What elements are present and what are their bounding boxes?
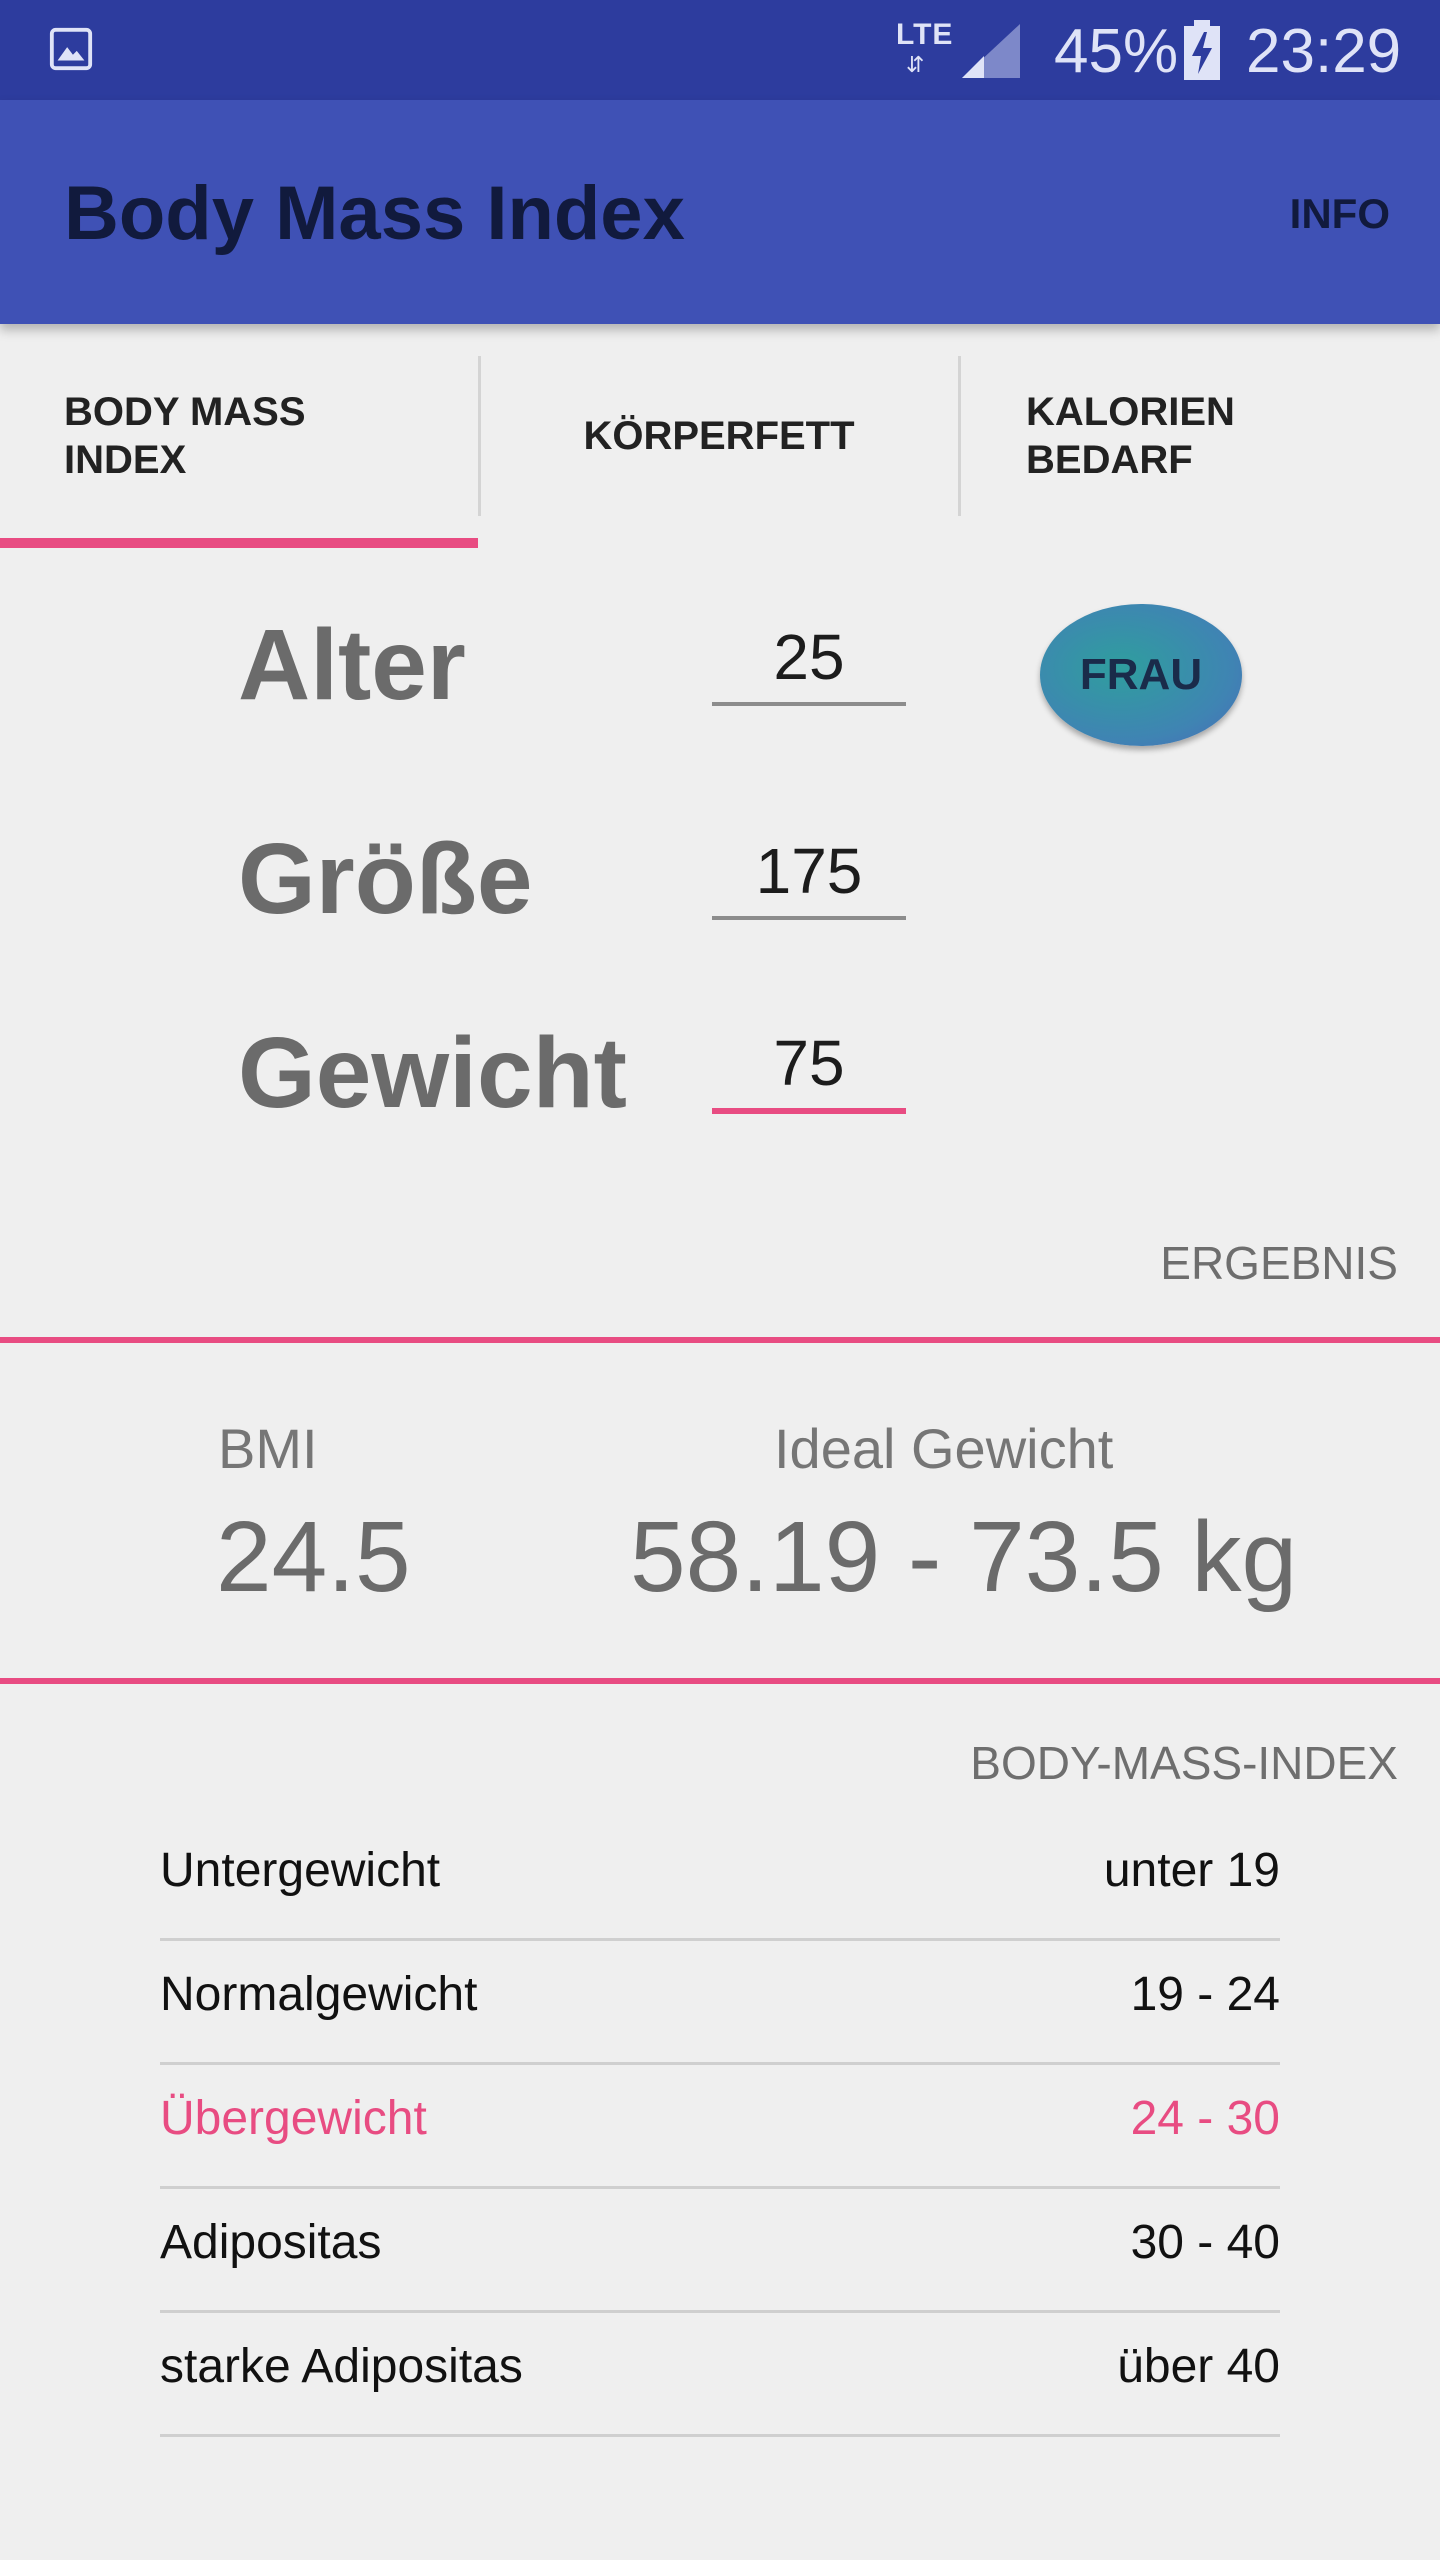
age-label: Alter <box>238 609 466 721</box>
tab-label: BODY MASS INDEX <box>64 388 364 484</box>
result-divider-top <box>0 1337 1440 1343</box>
info-button[interactable]: INFO <box>1290 190 1390 238</box>
row-range: 24 - 30 <box>1130 2092 1280 2145</box>
ideal-weight-value: 58.19 - 73.5 kg <box>630 1501 1298 1613</box>
app-title: Body Mass Index <box>64 171 685 256</box>
tab-bar: BODY MASS INDEX KÖRPERFETT KALORIEN BEDA… <box>0 324 1440 548</box>
battery-percent: 45% <box>1054 17 1179 86</box>
bmi-caption: BMI <box>218 1417 318 1480</box>
lte-icon: LTE <box>896 18 954 51</box>
tab-label: KALORIEN BEDARF <box>1026 388 1286 484</box>
result-header: ERGEBNIS <box>1160 1237 1398 1289</box>
tab-label-text: KALORIEN BEDARF <box>1026 390 1235 482</box>
ideal-weight-caption: Ideal Gewicht <box>774 1417 1114 1480</box>
weight-input[interactable] <box>712 1018 906 1114</box>
weight-label: Gewicht <box>238 1017 627 1129</box>
row-category: Untergewicht <box>160 1844 441 1897</box>
table-row: Untergewicht unter 19 <box>160 1817 1280 1941</box>
status-bar: LTE ⇵ 45% 23:29 <box>0 0 1440 100</box>
row-range: über 40 <box>1117 2340 1280 2393</box>
image-icon <box>49 27 93 71</box>
table-row: Adipositas 30 - 40 <box>160 2189 1280 2313</box>
tab-kalorien-bedarf[interactable]: KALORIEN BEDARF <box>960 324 1440 548</box>
row-range: 30 - 40 <box>1130 2216 1280 2269</box>
battery-charging-icon <box>1184 20 1220 80</box>
row-category: starke Adipositas <box>160 2340 523 2393</box>
row-category: Normalgewicht <box>160 1968 478 2021</box>
table-row-highlighted: Übergewicht 24 - 30 <box>160 2065 1280 2189</box>
row-range: 19 - 24 <box>1130 1968 1280 2021</box>
result-divider-bottom <box>0 1678 1440 1684</box>
row-range: unter 19 <box>1103 1844 1280 1897</box>
clock: 23:29 <box>1246 17 1402 86</box>
height-input[interactable] <box>712 826 906 920</box>
tab-body-mass-index[interactable]: BODY MASS INDEX <box>0 324 478 548</box>
table-row: Normalgewicht 19 - 24 <box>160 1941 1280 2065</box>
tab-koerperfett[interactable]: KÖRPERFETT <box>480 324 958 548</box>
age-input[interactable] <box>712 612 906 706</box>
tab-label-text: KÖRPERFETT <box>583 414 855 458</box>
bmi-table: Untergewicht unter 19 Normalgewicht 19 -… <box>160 1817 1280 2437</box>
app-bar: Body Mass Index INFO <box>0 100 1440 324</box>
tab-label-text: BODY MASS INDEX <box>64 390 306 482</box>
tab-indicator <box>0 538 478 548</box>
data-arrows-icon: ⇵ <box>906 52 925 77</box>
row-category: Übergewicht <box>160 2092 427 2145</box>
bmi-value: 24.5 <box>216 1501 411 1613</box>
bmi-table-header: BODY-MASS-INDEX <box>970 1737 1398 1789</box>
signal-icon <box>962 24 1020 78</box>
height-label: Größe <box>238 823 533 935</box>
tab-label: KÖRPERFETT <box>583 412 854 460</box>
table-row: starke Adipositas über 40 <box>160 2313 1280 2437</box>
row-category: Adipositas <box>160 2216 382 2269</box>
gender-button[interactable]: FRAU <box>1040 604 1242 746</box>
